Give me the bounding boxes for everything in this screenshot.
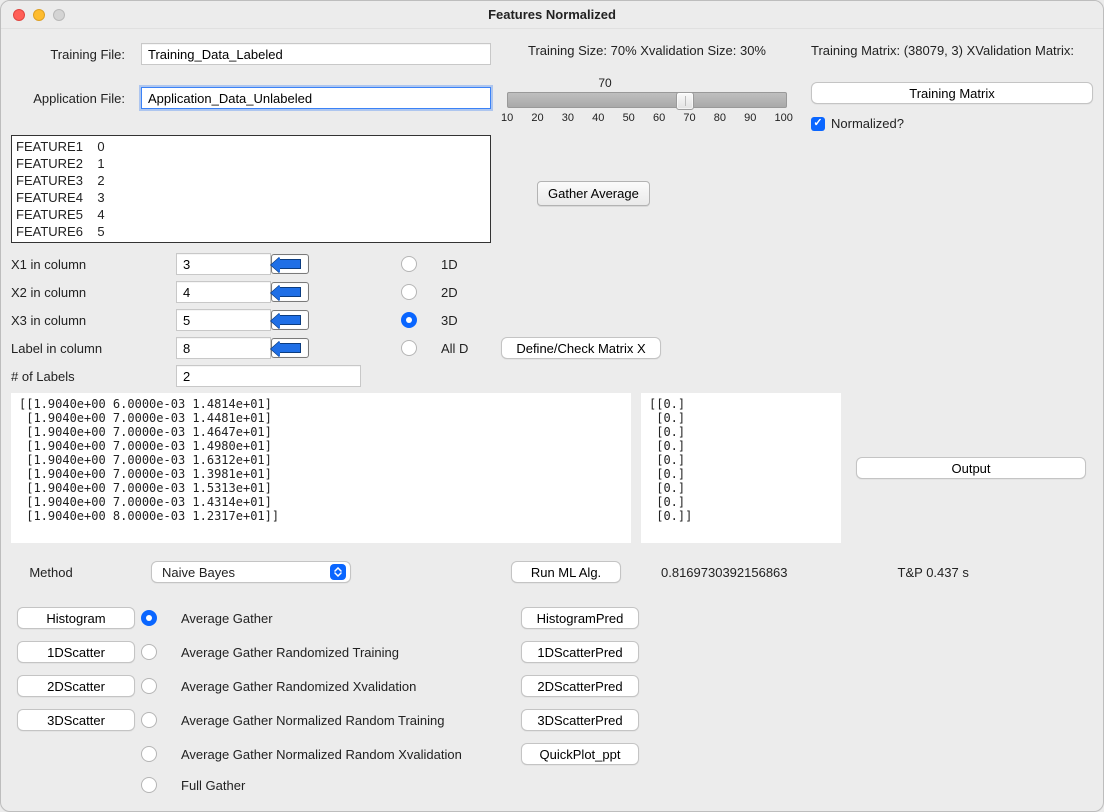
- 3dscatter-pred-button[interactable]: 3DScatterPred: [521, 709, 639, 731]
- histogram-button[interactable]: Histogram: [17, 607, 135, 629]
- training-file-input[interactable]: [141, 43, 491, 65]
- training-matrix-button[interactable]: Training Matrix: [811, 82, 1093, 104]
- num-labels-label: # of Labels: [11, 369, 176, 384]
- label-col-label: Label in column: [11, 341, 176, 356]
- opt-norm-train-label: Average Gather Normalized Random Trainin…: [181, 713, 521, 728]
- radio-1d[interactable]: [401, 256, 417, 272]
- output-button[interactable]: Output: [856, 457, 1086, 479]
- zoom-icon: [53, 9, 65, 21]
- 3dscatter-button[interactable]: 3DScatter: [17, 709, 135, 731]
- define-matrix-button[interactable]: Define/Check Matrix X: [501, 337, 661, 359]
- radio-full-gather[interactable]: [141, 777, 157, 793]
- arrow-left-icon: [279, 315, 301, 325]
- slider-thumb[interactable]: [676, 92, 694, 110]
- radio-3d[interactable]: [401, 312, 417, 328]
- x1-col-label: X1 in column: [11, 257, 176, 272]
- minimize-icon[interactable]: [33, 9, 45, 21]
- training-file-label: Training File:: [11, 47, 141, 62]
- close-icon[interactable]: [13, 9, 25, 21]
- application-file-label: Application File:: [11, 91, 141, 106]
- time-value: T&P 0.437 s: [898, 565, 969, 580]
- x2-col-input[interactable]: [176, 281, 271, 303]
- gather-average-button[interactable]: Gather Average: [537, 181, 650, 206]
- histogram-pred-button[interactable]: HistogramPred: [521, 607, 639, 629]
- radio-norm-train[interactable]: [141, 712, 157, 728]
- label-arrow-button[interactable]: [271, 338, 309, 358]
- method-select[interactable]: Naive Bayes: [151, 561, 351, 583]
- window-controls: [1, 9, 65, 21]
- x3-col-label: X3 in column: [11, 313, 176, 328]
- slider-value-label: 70: [595, 76, 615, 90]
- application-file-input[interactable]: [141, 87, 491, 109]
- arrow-left-icon: [279, 343, 301, 353]
- 1dscatter-pred-button[interactable]: 1DScatterPred: [521, 641, 639, 663]
- normalized-checkbox[interactable]: [811, 117, 825, 131]
- radio-alld[interactable]: [401, 340, 417, 356]
- 2dscatter-button[interactable]: 2DScatter: [17, 675, 135, 697]
- radio-rand-xval[interactable]: [141, 678, 157, 694]
- y-matrix-preview: [[0.] [0.] [0.] [0.] [0.] [0.] [0.] [0.]…: [641, 393, 841, 543]
- normalized-label: Normalized?: [831, 116, 904, 131]
- radio-norm-xval[interactable]: [141, 746, 157, 762]
- x1-col-input[interactable]: [176, 253, 271, 275]
- opt-full-label: Full Gather: [181, 778, 521, 793]
- dim-2d-label: 2D: [441, 285, 501, 300]
- x2-arrow-button[interactable]: [271, 282, 309, 302]
- x2-col-label: X2 in column: [11, 285, 176, 300]
- label-col-input[interactable]: [176, 337, 271, 359]
- chevron-updown-icon: [330, 564, 346, 580]
- feature-list[interactable]: FEATURE1 0 FEATURE2 1 FEATURE3 2 FEATURE…: [11, 135, 491, 243]
- opt-rand-train-label: Average Gather Randomized Training: [181, 645, 521, 660]
- run-ml-button[interactable]: Run ML Alg.: [511, 561, 621, 583]
- method-label: Method: [11, 565, 91, 580]
- dim-1d-label: 1D: [441, 257, 501, 272]
- window-title: Features Normalized: [1, 7, 1103, 22]
- arrow-left-icon: [279, 259, 301, 269]
- dim-3d-label: 3D: [441, 313, 501, 328]
- x1-arrow-button[interactable]: [271, 254, 309, 274]
- radio-avg-gather[interactable]: [141, 610, 157, 626]
- method-select-value: Naive Bayes: [162, 565, 322, 580]
- 1dscatter-button[interactable]: 1DScatter: [17, 641, 135, 663]
- x-matrix-preview: [[1.9040e+00 6.0000e-03 1.4814e+01] [1.9…: [11, 393, 631, 543]
- train-size-slider[interactable]: [507, 92, 787, 108]
- slider-ticks: 10 20 30 40 50 60 70 80 90 100: [501, 112, 793, 124]
- opt-avg-gather-label: Average Gather: [181, 611, 521, 626]
- num-labels-input[interactable]: [176, 365, 361, 387]
- accuracy-value: 0.8169730392156863: [661, 565, 788, 580]
- app-window: Features Normalized Training File: Appli…: [0, 0, 1104, 812]
- 2dscatter-pred-button[interactable]: 2DScatterPred: [521, 675, 639, 697]
- title-bar: Features Normalized: [1, 1, 1103, 29]
- opt-rand-xval-label: Average Gather Randomized Xvalidation: [181, 679, 521, 694]
- arrow-left-icon: [279, 287, 301, 297]
- radio-rand-train[interactable]: [141, 644, 157, 660]
- quickplot-button[interactable]: QuickPlot_ppt: [521, 743, 639, 765]
- matrix-summary: Training Matrix: (38079, 3) XValidation …: [811, 43, 1093, 58]
- radio-2d[interactable]: [401, 284, 417, 300]
- size-summary: Training Size: 70% Xvalidation Size: 30%: [528, 43, 766, 58]
- dim-alld-label: All D: [441, 341, 501, 356]
- x3-col-input[interactable]: [176, 309, 271, 331]
- opt-norm-xval-label: Average Gather Normalized Random Xvalida…: [181, 747, 521, 762]
- x3-arrow-button[interactable]: [271, 310, 309, 330]
